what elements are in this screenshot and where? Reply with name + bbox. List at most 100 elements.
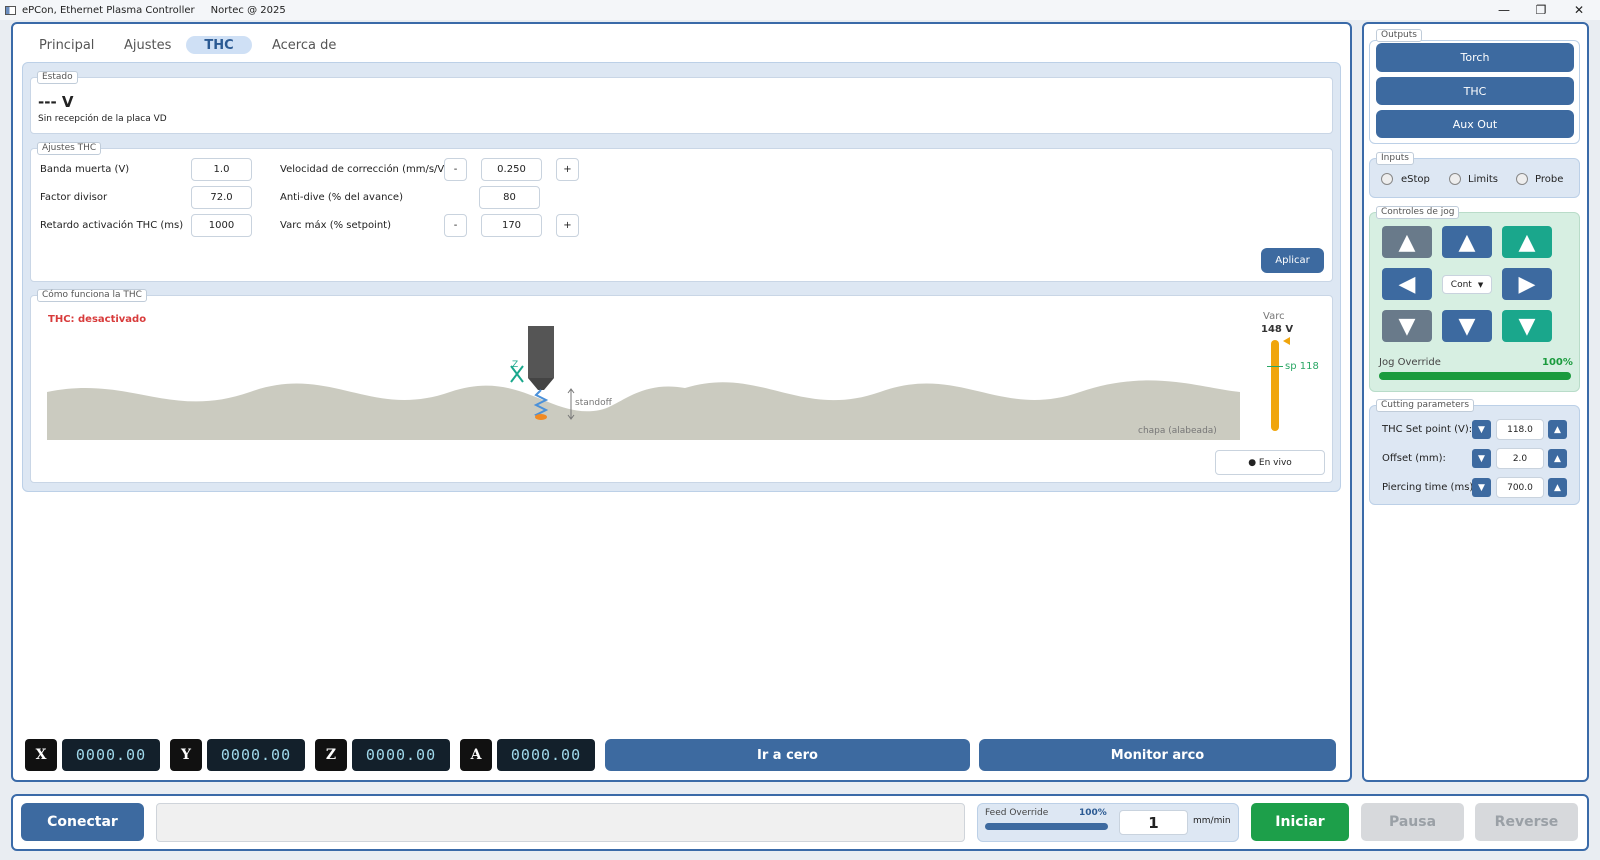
estop-label: eStop <box>1401 174 1430 185</box>
varc-max-minus-button[interactable]: - <box>444 214 467 237</box>
minimize-button[interactable]: — <box>1485 0 1523 20</box>
arc-monitor-button[interactable]: Monitor arco <box>979 739 1336 771</box>
feed-override-label: Feed Override <box>985 808 1049 818</box>
piercing-decrease-button[interactable]: ▼ <box>1472 478 1491 497</box>
torch-tip <box>528 378 554 390</box>
activation-delay-label: Retardo activación THC (ms) <box>40 220 184 231</box>
sheet-label: chapa (alabeada) <box>1138 426 1217 436</box>
offset-param-label: Offset (mm): <box>1382 453 1446 464</box>
jog-override-fill <box>1379 372 1571 380</box>
pause-button[interactable]: Pausa <box>1361 803 1464 841</box>
axis-x-label: X <box>25 739 57 771</box>
piercing-increase-button[interactable]: ▲ <box>1548 478 1567 497</box>
how-it-works-legend: Cómo funciona la THC <box>37 289 147 302</box>
status-message: Sin recepción de la placa VD <box>38 114 167 124</box>
status-field <box>156 803 965 842</box>
axis-y-label: Y <box>170 739 202 771</box>
jog-mode-value: Cont <box>1450 279 1472 290</box>
axis-z-value: 0000.00 <box>352 739 450 771</box>
reverse-button[interactable]: Reverse <box>1475 803 1578 841</box>
anti-dive-field[interactable]: 80 <box>479 186 540 209</box>
jog-x-plus-button[interactable]: ▶ <box>1502 268 1552 300</box>
dead-band-field[interactable]: 1.0 <box>191 158 252 181</box>
jog-y-plus-button[interactable]: ▲ <box>1442 226 1492 258</box>
go-to-zero-button[interactable]: Ir a cero <box>605 739 970 771</box>
axis-a-label: A <box>460 739 492 771</box>
varc-max-field[interactable]: 170 <box>481 214 542 237</box>
divider-factor-field[interactable]: 72.0 <box>191 186 252 209</box>
restore-button[interactable]: ❐ <box>1522 0 1560 20</box>
axis-z-label: Z <box>315 739 347 771</box>
axis-x-value: 0000.00 <box>62 739 160 771</box>
tab-principal[interactable]: Principal <box>27 36 106 54</box>
probe-indicator <box>1516 173 1528 185</box>
activation-delay-field[interactable]: 1000 <box>191 214 252 237</box>
inputs-legend: Inputs <box>1376 152 1414 165</box>
ajustes-thc-legend: Ajustes THC <box>37 142 102 155</box>
jog-override-slider[interactable] <box>1379 372 1571 380</box>
title-bar: ePCon, Ethernet Plasma Controller Nortec… <box>0 0 1600 20</box>
window-subtitle: Nortec @ 2025 <box>210 4 286 16</box>
jog-a-up-button[interactable]: ▲ <box>1382 226 1432 258</box>
app-icon <box>5 5 16 15</box>
jog-a-down-button[interactable]: ▼ <box>1382 310 1432 342</box>
jog-x-minus-button[interactable]: ◀ <box>1382 268 1432 300</box>
voltage-readout: --- V <box>38 93 74 111</box>
outputs-legend: Outputs <box>1376 29 1422 42</box>
feed-override-slider[interactable] <box>985 823 1108 830</box>
varc-pointer-icon <box>1283 337 1290 345</box>
varc-value: 148 V <box>1261 324 1294 335</box>
tab-acerca-de[interactable]: Acerca de <box>260 36 348 54</box>
dead-band-label: Banda muerta (V) <box>40 164 130 175</box>
correction-speed-field[interactable]: 0.250 <box>481 158 542 181</box>
torch-body <box>528 326 554 378</box>
jog-y-minus-button[interactable]: ▼ <box>1442 310 1492 342</box>
warped-sheet <box>47 380 1240 440</box>
offset-decrease-button[interactable]: ▼ <box>1472 449 1491 468</box>
piercing-param-field[interactable]: 700.0 <box>1496 477 1544 498</box>
varc-max-plus-button[interactable]: + <box>556 214 579 237</box>
setpoint-decrease-button[interactable]: ▼ <box>1472 420 1491 439</box>
axis-y-value: 0000.00 <box>207 739 305 771</box>
close-button[interactable]: ✕ <box>1560 0 1598 20</box>
speed-unit-label: mm/min <box>1193 816 1231 826</box>
feed-override-value: 100% <box>1079 808 1107 818</box>
torch-output-button[interactable]: Torch <box>1376 43 1574 72</box>
setpoint-param-label: THC Set point (V): <box>1382 424 1473 435</box>
window-title: ePCon, Ethernet Plasma Controller <box>22 4 195 16</box>
offset-increase-button[interactable]: ▲ <box>1548 449 1567 468</box>
tab-thc[interactable]: THC <box>186 36 252 54</box>
jog-z-down-button[interactable]: ▼ <box>1502 310 1552 342</box>
jog-override-label: Jog Override <box>1379 357 1441 368</box>
varc-label: Varc <box>1263 311 1285 322</box>
correction-speed-minus-button[interactable]: - <box>444 158 467 181</box>
divider-factor-label: Factor divisor <box>40 192 108 203</box>
correction-speed-label: Velocidad de corrección (mm/s/V) <box>280 164 449 175</box>
jog-legend: Controles de jog <box>1376 206 1460 219</box>
aux-out-button[interactable]: Aux Out <box>1376 110 1574 138</box>
start-button[interactable]: Iniciar <box>1251 803 1349 841</box>
jog-override-value: 100% <box>1542 357 1573 368</box>
arc-spot <box>535 414 547 420</box>
jog-z-up-button[interactable]: ▲ <box>1502 226 1552 258</box>
standoff-label: standoff <box>575 398 612 408</box>
setpoint-increase-button[interactable]: ▲ <box>1548 420 1567 439</box>
estado-card <box>30 77 1333 134</box>
cutting-legend: Cutting parameters <box>1376 399 1475 412</box>
live-button[interactable]: ● En vivo <box>1215 450 1325 475</box>
tab-ajustes[interactable]: Ajustes <box>112 36 183 54</box>
connect-button[interactable]: Conectar <box>21 803 144 841</box>
jog-mode-select[interactable]: Cont ▼ <box>1442 275 1492 294</box>
speed-input[interactable]: 1 <box>1119 810 1188 835</box>
setpoint-param-field[interactable]: 118.0 <box>1496 419 1544 440</box>
thc-diagram <box>47 326 1240 440</box>
offset-param-field[interactable]: 2.0 <box>1496 448 1544 469</box>
apply-button[interactable]: Aplicar <box>1261 248 1324 273</box>
correction-speed-plus-button[interactable]: + <box>556 158 579 181</box>
anti-dive-label: Anti-dive (% del avance) <box>280 192 403 203</box>
varc-bar <box>1271 340 1279 431</box>
thc-output-button[interactable]: THC <box>1376 77 1574 105</box>
limits-indicator <box>1449 173 1461 185</box>
z-label: Z <box>512 360 519 370</box>
limits-label: Limits <box>1468 174 1498 185</box>
